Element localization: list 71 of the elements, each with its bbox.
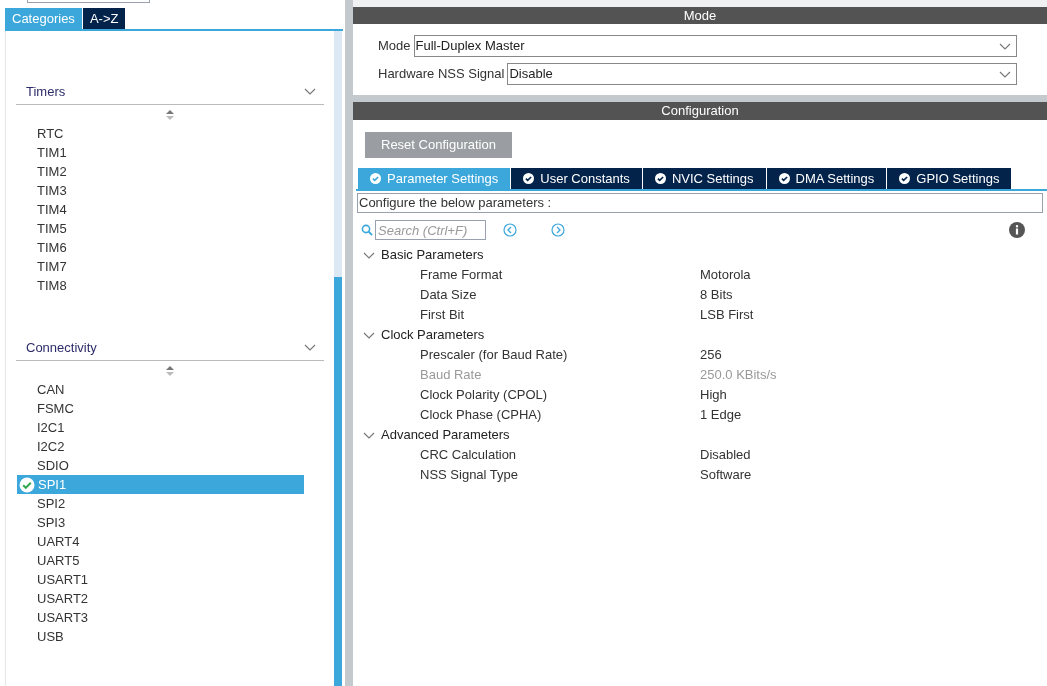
list-item[interactable]: USB xyxy=(17,627,304,646)
sort-icon[interactable] xyxy=(166,365,174,376)
parameter-value[interactable]: 1 Edge xyxy=(700,405,742,425)
dropdown[interactable]: Full-Duplex Master xyxy=(413,35,1017,57)
tab[interactable]: DMA Settings xyxy=(766,168,887,189)
list-item[interactable]: SPI2 xyxy=(17,494,304,513)
tab[interactable]: A->Z xyxy=(82,8,126,29)
dropdown[interactable]: Disable xyxy=(507,63,1017,85)
search-field[interactable]: Search (Ctrl+F) xyxy=(375,220,486,240)
list-item[interactable]: SDIO xyxy=(17,456,304,475)
list-item[interactable]: FSMC xyxy=(17,399,304,418)
previous-icon[interactable] xyxy=(503,223,517,237)
parameter-value[interactable]: 8 Bits xyxy=(700,285,733,305)
parameter-value[interactable]: Motorola xyxy=(700,265,751,285)
next-icon[interactable] xyxy=(551,223,565,237)
check-icon xyxy=(654,173,666,184)
check-icon xyxy=(523,173,535,184)
list-item[interactable]: UART4 xyxy=(17,532,304,551)
group-label[interactable]: Advanced Parameters xyxy=(381,425,510,445)
tab[interactable]: NVIC Settings xyxy=(642,168,766,189)
field-label: Mode xyxy=(378,37,411,56)
group-label[interactable]: Clock Parameters xyxy=(381,325,485,345)
list-item[interactable]: I2C2 xyxy=(17,437,304,456)
list-item[interactable]: TIM2 xyxy=(17,162,304,181)
list-item[interactable]: TIM6 xyxy=(17,238,304,257)
list-item[interactable]: TIM1 xyxy=(17,143,304,162)
list-item[interactable]: TIM3 xyxy=(17,181,304,200)
list-item[interactable]: SPI3 xyxy=(17,513,304,532)
parameter-value[interactable]: LSB First xyxy=(700,305,754,325)
info-icon[interactable] xyxy=(1009,222,1025,238)
list-item[interactable]: CAN xyxy=(17,380,304,399)
section-header: Mode xyxy=(353,7,1047,24)
parameter-name: Clock Phase (CPHA) xyxy=(420,406,543,425)
chevron-icon[interactable] xyxy=(304,86,316,97)
parameter-name: Baud Rate xyxy=(420,366,483,385)
list-item[interactable]: USART1 xyxy=(17,570,304,589)
parameter-name: Clock Polarity (CPOL) xyxy=(420,386,549,405)
list-item[interactable]: TIM7 xyxy=(17,257,304,276)
parameter-name: Frame Format xyxy=(420,266,504,285)
list-item[interactable]: RTC xyxy=(17,124,304,143)
parameter-value[interactable]: Disabled xyxy=(700,445,751,465)
category-header[interactable]: Timers xyxy=(26,81,66,102)
list-item[interactable]: TIM4 xyxy=(17,200,304,219)
description-field: Configure the below parameters : xyxy=(357,193,1043,213)
parameter-name: NSS Signal Type xyxy=(420,466,520,485)
check-icon xyxy=(899,173,911,184)
check-icon xyxy=(370,173,381,184)
list-item[interactable]: USART2 xyxy=(17,589,304,608)
parameter-value[interactable]: High xyxy=(700,385,727,405)
category-header[interactable]: Connectivity xyxy=(26,337,97,358)
parameter-name: First Bit xyxy=(420,306,466,325)
section-header: Configuration xyxy=(353,102,1047,120)
list-item[interactable]: USART3 xyxy=(17,608,304,627)
list-item[interactable]: TIM5 xyxy=(17,219,304,238)
parameter-value[interactable]: 256 xyxy=(700,345,722,365)
list-item[interactable]: TIM8 xyxy=(17,276,304,295)
scrollbar[interactable] xyxy=(334,31,342,686)
list-item[interactable]: I2C1 xyxy=(17,418,304,437)
search-icon xyxy=(361,224,373,236)
parameter-value[interactable]: Software xyxy=(700,465,752,485)
tab[interactable]: User Constants xyxy=(511,168,642,189)
group-label[interactable]: Basic Parameters xyxy=(381,245,484,265)
parameter-name: CRC Calculation xyxy=(420,446,518,465)
parameter-name: Prescaler (for Baud Rate) xyxy=(420,346,569,365)
chevron-icon[interactable] xyxy=(304,342,316,353)
field-label: Hardware NSS Signal xyxy=(378,65,505,84)
list-item[interactable]: UART5 xyxy=(17,551,304,570)
sort-icon[interactable] xyxy=(166,109,174,120)
tab[interactable]: GPIO Settings xyxy=(887,168,1012,189)
check-icon xyxy=(778,173,790,184)
parameter-name: Data Size xyxy=(420,286,478,305)
